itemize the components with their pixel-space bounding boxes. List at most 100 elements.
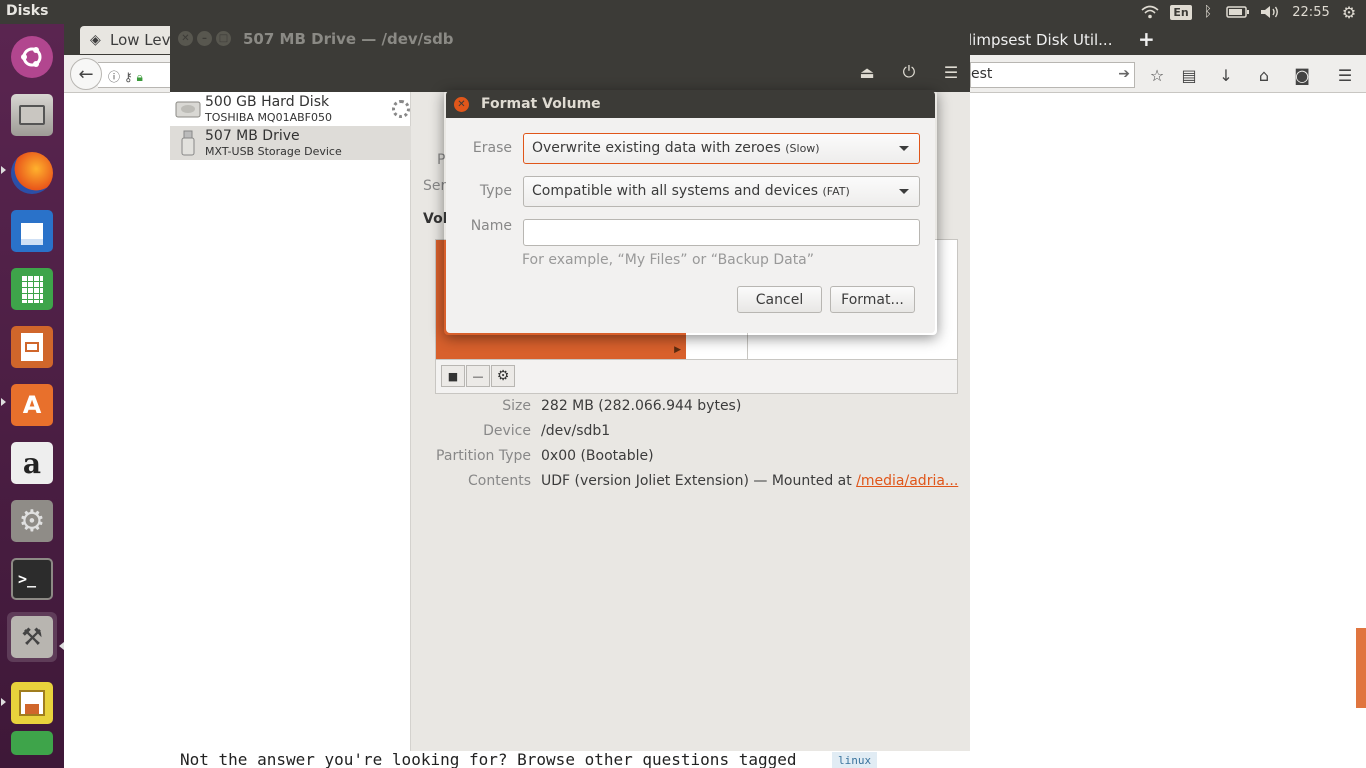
reading-list-icon[interactable]: ▤ — [1177, 64, 1201, 86]
launcher-terminal[interactable]: >_ — [7, 554, 57, 604]
launcher-files[interactable] — [7, 90, 57, 140]
home-icon[interactable]: ⌂ — [1252, 64, 1276, 86]
drive-name: 507 MB Drive — [205, 128, 300, 144]
amazon-icon: a — [11, 442, 53, 484]
launcher-running-indicator — [1, 166, 6, 174]
downloads-icon[interactable]: ↓ — [1214, 64, 1238, 86]
battery-icon[interactable] — [1224, 2, 1252, 22]
drive-item-usb-drive[interactable]: 507 MB Drive MXT-USB Storage Device — [170, 126, 411, 160]
format-button[interactable]: Format... — [830, 286, 915, 313]
contents-label: Contents — [468, 473, 531, 489]
drive-model: TOSHIBA MQ01ABF050 — [205, 111, 332, 124]
file-cabinet-icon — [11, 94, 53, 136]
dialog-title: Format Volume — [481, 96, 601, 112]
drive-model: MXT-USB Storage Device — [205, 145, 342, 158]
site-info-icon[interactable]: ⓘ — [108, 70, 120, 84]
key-icon: ⚷ — [123, 70, 133, 84]
impress-presentation-icon — [11, 326, 53, 368]
window-controls: ✕ – □ — [178, 31, 231, 46]
drive-name: 500 GB Hard Disk — [205, 94, 330, 110]
app-icon — [11, 731, 53, 755]
volume-name-hint: For example, “My Files” or “Backup Data” — [522, 252, 815, 268]
launcher-libreoffice-impress[interactable] — [7, 322, 57, 372]
back-button[interactable]: ← — [70, 58, 102, 90]
partition-type-label: Partition Type — [436, 448, 531, 464]
launcher-firefox[interactable] — [7, 148, 57, 198]
launcher-partially-hidden-app[interactable] — [7, 728, 57, 758]
window-minimize-icon[interactable]: – — [197, 31, 212, 46]
contents-value: UDF (version Joliet Extension) — Mounted… — [541, 473, 958, 489]
pocket-icon[interactable]: ◙ — [1290, 64, 1314, 86]
cancel-button[interactable]: Cancel — [737, 286, 822, 313]
dropdown-arrow-icon — [899, 189, 909, 194]
type-selected-value: Compatible with all systems and devices — [532, 183, 819, 199]
page-footer-text: Not the answer you're looking for? Brows… — [180, 750, 797, 768]
disks-tools-icon: ⚒ — [11, 616, 53, 658]
launcher-ubuntu-dash[interactable] — [7, 32, 57, 82]
page-tag-linux[interactable]: linux — [832, 752, 878, 768]
page-scrollbar-thumb[interactable] — [1356, 628, 1366, 708]
partition-type-value: 0x00 (Bootable) — [541, 448, 654, 464]
drive-item-hard-disk[interactable]: 500 GB Hard Disk TOSHIBA MQ01ABF050 — [170, 92, 411, 126]
settings-wrench-icon: ⚙ — [11, 500, 53, 542]
volume-name-input[interactable] — [523, 219, 920, 246]
search-go-arrow-icon[interactable]: ➔ — [1118, 66, 1130, 82]
menu-hamburger-icon[interactable]: ☰ — [1333, 64, 1357, 86]
search-bar-text: est — [971, 66, 993, 82]
settings-gear-icon[interactable]: ⚙ — [1338, 2, 1360, 22]
launcher-running-indicator — [1, 698, 6, 706]
launcher-libreoffice-writer[interactable] — [7, 206, 57, 256]
type-note: (FAT) — [822, 185, 850, 198]
gears-icon: ⚙ — [496, 368, 510, 384]
top-panel: Disks En ᛒ 22:55 ⚙ — [0, 0, 1366, 24]
unmount-stop-button[interactable]: ■ — [441, 365, 465, 387]
dropdown-arrow-icon — [899, 146, 909, 151]
erase-dropdown[interactable]: Overwrite existing data with zeroes (Slo… — [523, 133, 920, 164]
image-viewer-icon — [11, 682, 53, 724]
eject-icon[interactable]: ⏏ — [851, 58, 883, 86]
dialog-close-icon[interactable]: ✕ — [454, 97, 469, 112]
new-tab-button[interactable]: + — [1138, 27, 1155, 51]
type-label: Type — [479, 183, 512, 199]
disk-menu-icon[interactable]: ☰ — [935, 58, 967, 86]
delete-partition-button[interactable]: — — [466, 365, 490, 387]
loading-spinner-icon — [392, 100, 410, 118]
device-label: Device — [483, 423, 531, 439]
launcher-ubuntu-software[interactable]: A — [7, 380, 57, 430]
disks-window-title: 507 MB Drive — /dev/sdb — [243, 30, 454, 48]
keyboard-layout-indicator[interactable]: En — [1170, 2, 1192, 22]
bluetooth-icon[interactable]: ᛒ — [1200, 2, 1216, 22]
software-bag-icon: A — [11, 384, 53, 426]
type-dropdown[interactable]: Compatible with all systems and devices … — [523, 176, 920, 207]
search-bar[interactable]: est ➔ — [970, 62, 1135, 88]
hard-disk-icon — [174, 96, 202, 122]
browser-tab-2[interactable]: limpsest Disk Util... — [968, 26, 1120, 54]
usb-drive-icon — [174, 130, 202, 156]
window-close-icon[interactable]: ✕ — [178, 31, 193, 46]
terminal-icon: >_ — [11, 558, 53, 600]
window-maximize-icon[interactable]: □ — [216, 31, 231, 46]
launcher-amazon[interactable]: a — [7, 438, 57, 488]
clock[interactable]: 22:55 — [1288, 2, 1334, 22]
lock-icon: 🔒︎ — [136, 70, 143, 84]
calc-spreadsheet-icon — [11, 268, 53, 310]
mount-point-link[interactable]: /media/adria... — [856, 473, 958, 489]
browser-tab-2-title: limpsest Disk Util... — [968, 31, 1113, 49]
volume-icon[interactable] — [1258, 2, 1282, 22]
wifi-icon[interactable] — [1138, 2, 1162, 22]
erase-label: Erase — [472, 140, 512, 156]
power-off-icon[interactable]: ⏻ — [893, 58, 925, 86]
partition-settings-button[interactable]: ⚙ — [491, 365, 515, 387]
launcher-disks[interactable]: ⚒ — [7, 612, 57, 662]
bookmark-star-icon[interactable]: ☆ — [1145, 64, 1169, 86]
drive-list — [170, 92, 411, 751]
firefox-icon — [11, 152, 53, 194]
launcher-running-indicator — [1, 398, 6, 406]
launcher-system-settings[interactable]: ⚙ — [7, 496, 57, 546]
writer-document-icon — [11, 210, 53, 252]
launcher-libreoffice-calc[interactable] — [7, 264, 57, 314]
erase-note: (Slow) — [785, 142, 820, 155]
keyboard-layout-label: En — [1170, 4, 1192, 20]
size-value: 282 MB (282.066.944 bytes) — [541, 398, 742, 414]
launcher-image-viewer[interactable] — [7, 678, 57, 728]
